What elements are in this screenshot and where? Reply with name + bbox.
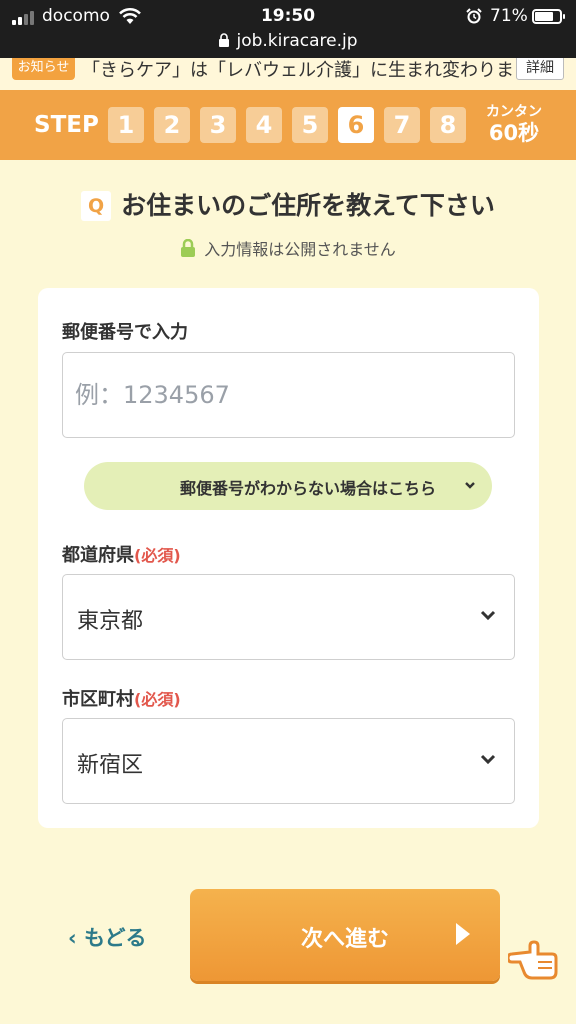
step-3: 3: [200, 107, 236, 143]
step-2: 2: [154, 107, 190, 143]
q-badge: Q: [81, 191, 112, 221]
prefecture-select[interactable]: 東京都: [62, 574, 515, 660]
postal-label: 郵便番号で入力: [62, 322, 188, 343]
url-text: job.kiracare.jp: [236, 31, 358, 51]
chevron-down-icon: [480, 754, 496, 765]
chevron-left-icon: ‹: [68, 926, 77, 950]
required-badge: (必須): [134, 690, 181, 709]
notice-text: 「きらケア」は「レバウェル介護」に生まれ変わりました: [82, 60, 550, 81]
chevron-down-icon: [465, 482, 475, 489]
battery-percent: 71%: [490, 6, 528, 26]
alarm-icon: [466, 8, 482, 24]
question-text: お住まいのご住所を教えて下さい: [121, 191, 495, 220]
chevron-down-icon: [480, 610, 496, 621]
notice-bar: お知らせ 「きらケア」は「レバウェル介護」に生まれ変わりました 詳細: [0, 58, 576, 90]
step-4: 4: [246, 107, 282, 143]
city-label: 市区町村(必須): [62, 685, 181, 711]
kantan-label: カンタン: [486, 104, 542, 120]
pointing-hand-icon: [508, 940, 558, 980]
city-label-text: 市区町村: [62, 689, 134, 710]
play-arrow-icon: [456, 923, 470, 945]
step-label: STEP: [34, 112, 99, 138]
postal-field: [62, 352, 515, 438]
back-label: もどる: [83, 926, 147, 950]
postal-help-text: 郵便番号がわからない場合はこちら: [179, 479, 436, 498]
postal-code-input[interactable]: [63, 353, 514, 437]
lock-icon: [219, 33, 230, 47]
step-6-current: 6: [338, 107, 374, 143]
prefecture-value: 東京都: [77, 609, 144, 634]
question-heading: Q お住まいのご住所を教えて下さい: [0, 186, 576, 222]
privacy-note: 入力情報は公開されません: [0, 236, 576, 260]
city-value: 新宿区: [77, 753, 144, 778]
back-link[interactable]: ‹ もどる: [68, 922, 147, 952]
prefecture-label-text: 都道府県: [62, 545, 134, 566]
next-label: 次へ進む: [300, 927, 389, 952]
step-indicator: 1 2 3 4 5 6 7 8: [108, 107, 466, 143]
required-badge: (必須): [134, 546, 181, 565]
address-bar[interactable]: job.kiracare.jp: [0, 31, 576, 51]
address-form-card: 郵便番号で入力 郵便番号がわからない場合はこちら 都道府県(必須) 東京都 市区…: [38, 288, 539, 828]
step-bar: STEP 1 2 3 4 5 6 7 8 カンタン 60秒: [0, 90, 576, 160]
duration-seconds: 60秒: [488, 121, 540, 145]
duration-badge: カンタン 60秒: [476, 104, 552, 146]
privacy-text: 入力情報は公開されません: [204, 240, 396, 259]
next-button[interactable]: 次へ進む: [190, 889, 500, 981]
postal-help-toggle[interactable]: 郵便番号がわからない場合はこちら: [84, 462, 492, 510]
notice-detail-button[interactable]: 詳細: [516, 58, 564, 80]
lock-icon: [181, 239, 196, 257]
step-1: 1: [108, 107, 144, 143]
step-7: 7: [384, 107, 420, 143]
step-5: 5: [292, 107, 328, 143]
notice-badge: お知らせ: [12, 58, 75, 80]
step-8: 8: [430, 107, 466, 143]
battery-icon: [532, 9, 565, 24]
browser-status-bar: docomo 19:50 71% job.kiracare.jp: [0, 0, 576, 58]
prefecture-label: 都道府県(必須): [62, 541, 181, 567]
city-select[interactable]: 新宿区: [62, 718, 515, 804]
